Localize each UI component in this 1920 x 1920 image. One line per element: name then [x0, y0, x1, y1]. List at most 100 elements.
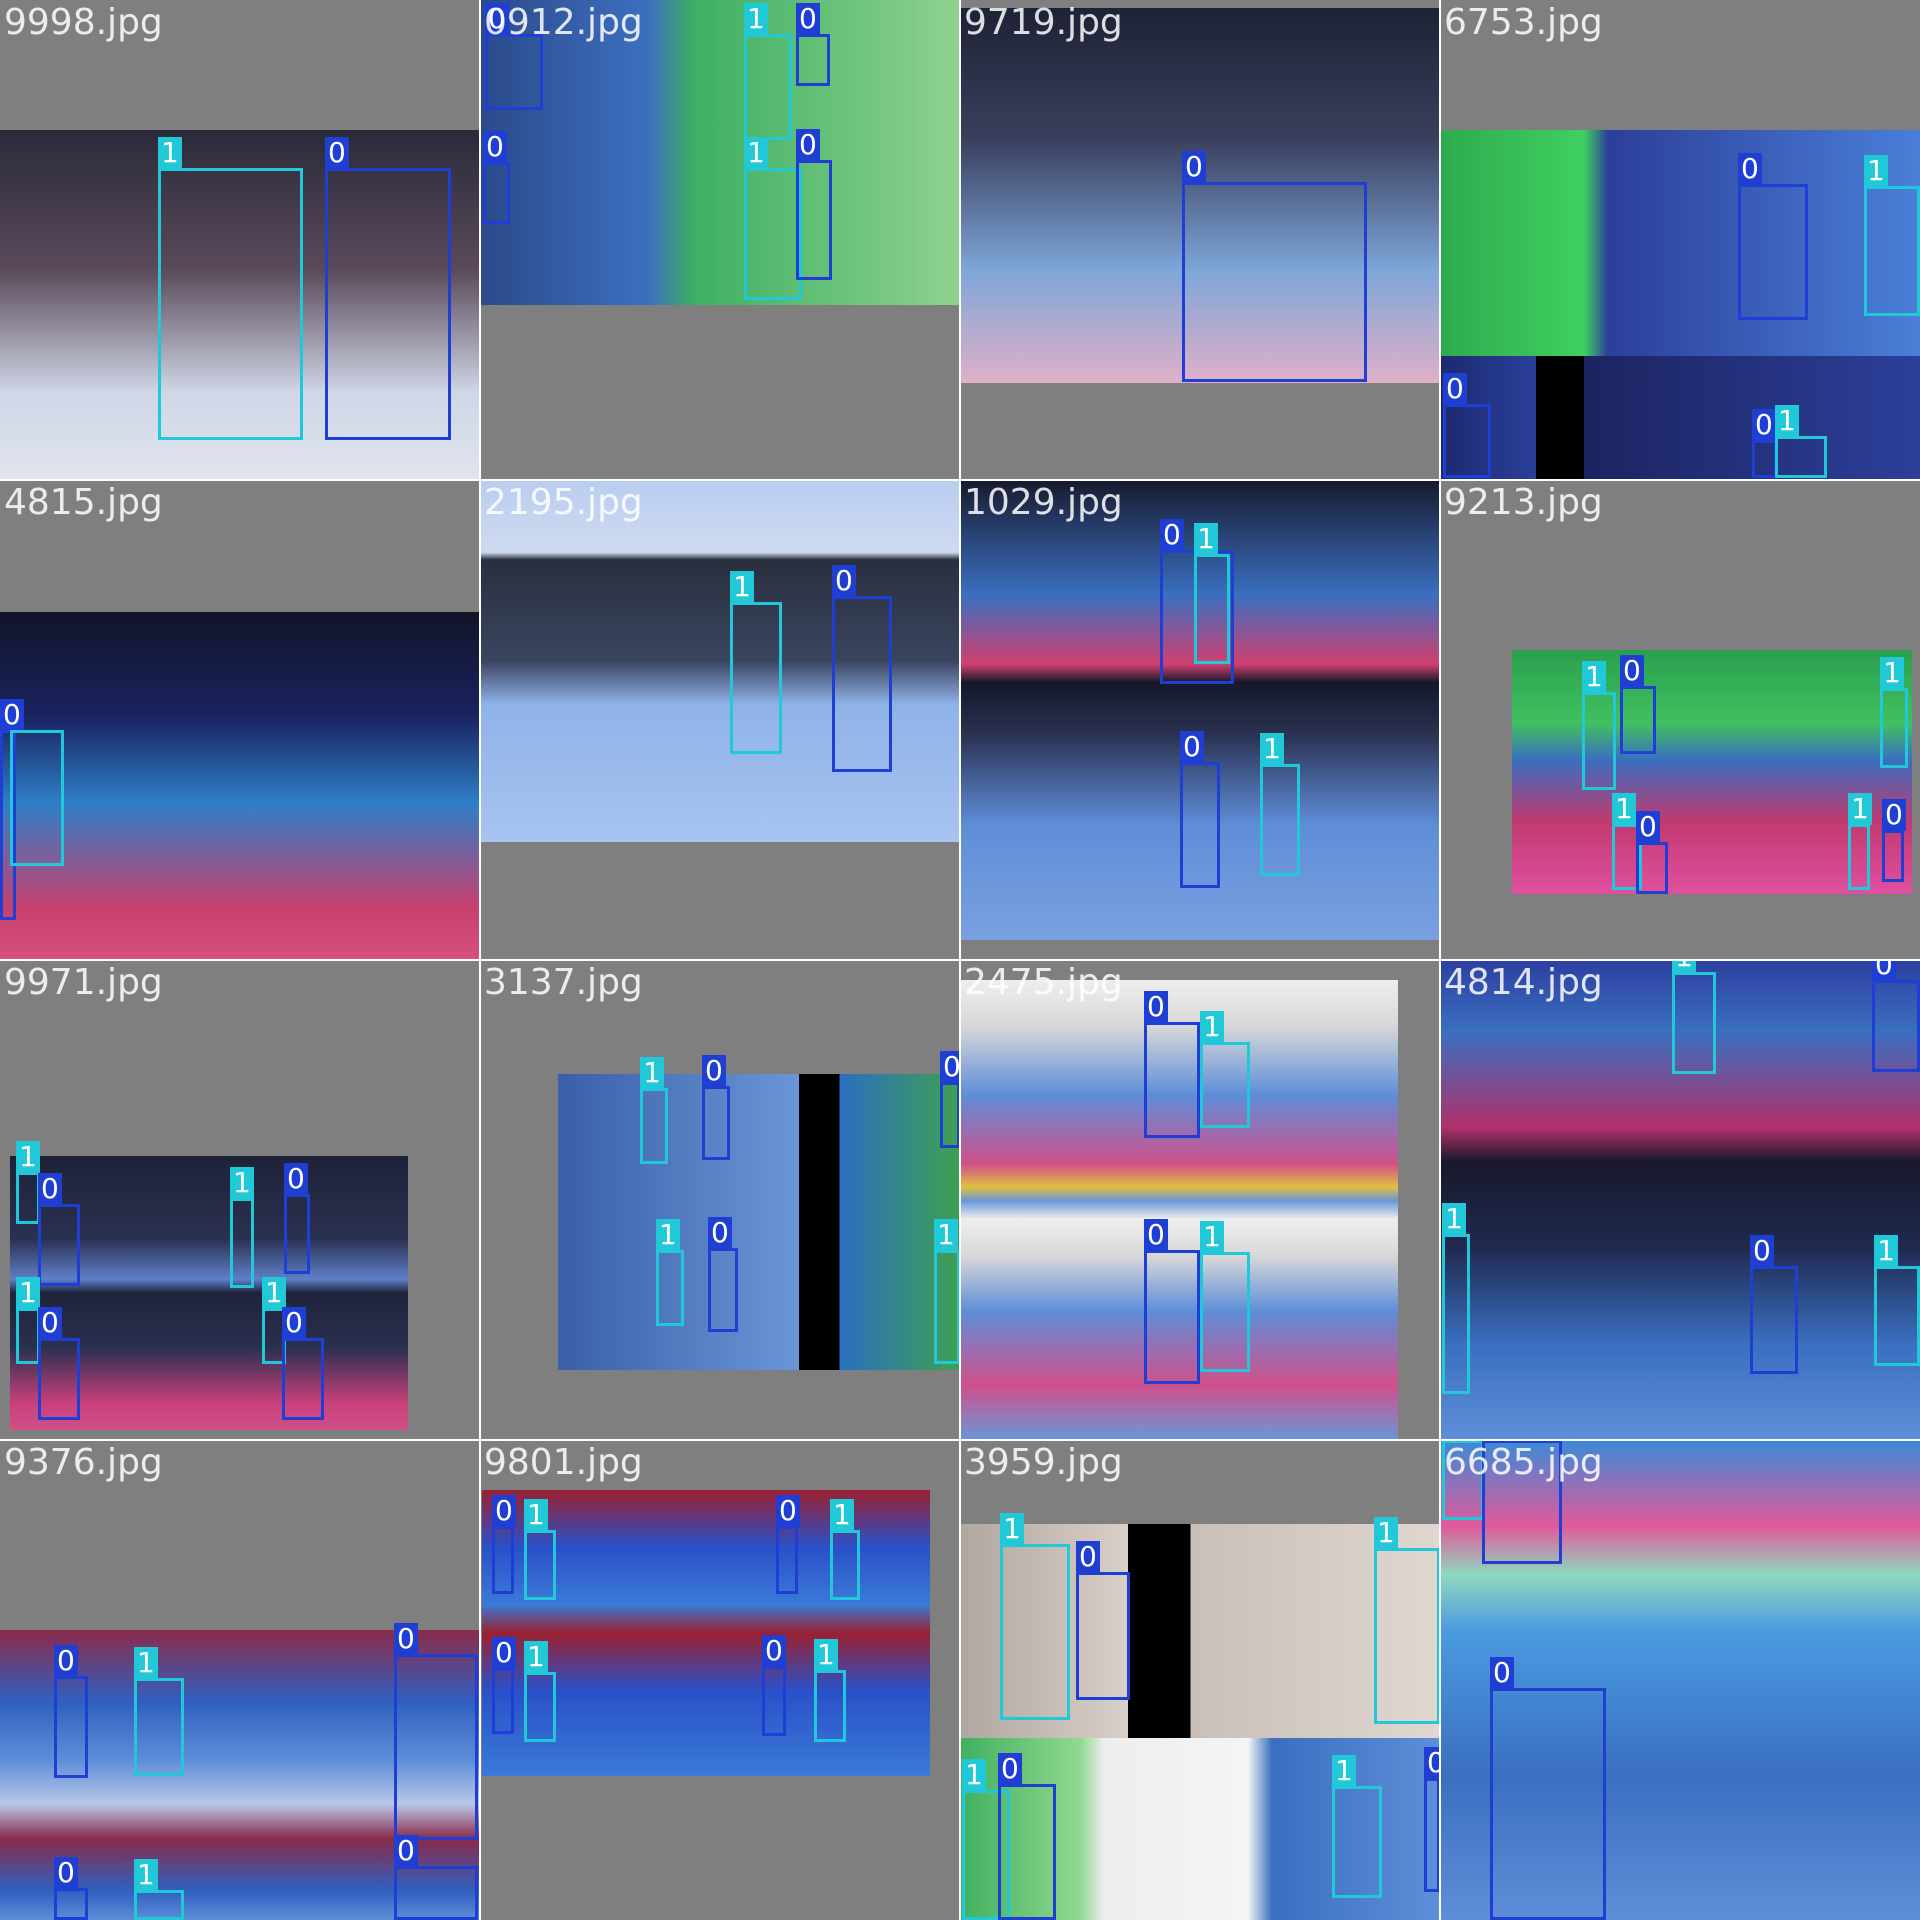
tile-6685: 1 0 0 6685.jpg [1440, 1440, 1920, 1920]
box-class-1: 1 [524, 1641, 556, 1742]
box-class-0: 0 [708, 1217, 738, 1332]
box-class-1: 1 [1880, 657, 1908, 768]
box-label: 0 [1443, 373, 1467, 405]
box-label: 0 [284, 1163, 308, 1195]
tile-3959: 1 0 1 1 0 1 0 3959.jpg [960, 1440, 1440, 1920]
tile-2195: 1 0 2195.jpg [480, 480, 960, 960]
tile-filename: 9971.jpg [4, 962, 163, 1003]
tile-filename: 3959.jpg [964, 1442, 1123, 1483]
box-class-0: 0 [796, 129, 832, 280]
box-class-0: 0 [1424, 1747, 1440, 1892]
box-label: 1 [524, 1499, 548, 1531]
box-label: 1 [1200, 1221, 1224, 1253]
box-label: 0 [54, 1645, 78, 1677]
box-label: 1 [1880, 657, 1904, 689]
tile-filename: 4814.jpg [1444, 962, 1603, 1003]
box-class-0: 0 [394, 1623, 478, 1840]
box-label: 1 [1582, 661, 1606, 693]
tile-2475: 0 1 0 1 2475.jpg [960, 960, 1440, 1440]
box-label: 1 [656, 1219, 680, 1251]
box-class-1: 1 [1194, 523, 1230, 664]
box-label: 0 [776, 1495, 800, 1527]
tile-9971: 1 0 1 0 1 0 1 0 9971.jpg [0, 960, 480, 1440]
box-label: 1 [934, 1219, 958, 1251]
box-class-1: 1 [830, 1499, 860, 1600]
box-label: 0 [832, 565, 856, 597]
box-label: 0 [282, 1307, 306, 1339]
box-class-0: 0 [38, 1173, 80, 1286]
box-class-0: 0 [394, 1835, 478, 1920]
box-class-0: 0 [1182, 151, 1367, 382]
tile-9998: 1 0 9998.jpg [0, 0, 480, 480]
tile-filename: 9998.jpg [4, 2, 163, 43]
box-label: 1 [962, 1759, 986, 1791]
box-class-0: 0 [483, 131, 510, 224]
box-label: 1 [744, 3, 768, 35]
box-label: 0 [38, 1307, 62, 1339]
box-class-1: 1 [1672, 960, 1716, 1074]
tile-filename: 1029.jpg [964, 482, 1123, 523]
box-class-0: 0 [762, 1635, 786, 1736]
tile-3137: 1 0 0 1 0 1 3137.jpg [480, 960, 960, 1440]
box-class-1: 1 [1442, 1203, 1470, 1394]
box-class-0: 0 [796, 3, 830, 86]
tile-filename: 9719.jpg [964, 2, 1123, 43]
tile-9213: 1 0 1 1 0 1 0 9213.jpg [1440, 480, 1920, 960]
box-label: 0 [492, 1637, 516, 1669]
box-class-0: 0 [1636, 811, 1668, 894]
box-class-1: 1 [1332, 1755, 1382, 1898]
box-label: 0 [796, 3, 820, 35]
box-label: 0 [1424, 1747, 1440, 1779]
tile-4815: 0 4815.jpg [0, 480, 480, 960]
grid-line [0, 959, 1920, 961]
box-label: 0 [1738, 153, 1762, 185]
box-label: 0 [708, 1217, 732, 1249]
tile-filename: 9213.jpg [1444, 482, 1603, 523]
box-class-0: 0 [284, 1163, 310, 1274]
tile-filename: 2195.jpg [484, 482, 643, 523]
box-class-0: 0 [1180, 731, 1220, 888]
box-label: 0 [998, 1753, 1022, 1785]
box-class-0: 0 [832, 565, 892, 772]
box-class-0: 0 [38, 1307, 80, 1420]
tile-1029: 0 1 0 1 1029.jpg [960, 480, 1440, 960]
tile-0912: 0 1 0 0 1 0 0912.jpg [480, 0, 960, 480]
box-class-1: 1 [1200, 1011, 1250, 1128]
photo [1440, 130, 1920, 356]
box-label: 1 [640, 1057, 664, 1089]
box-label: 1 [1200, 1011, 1224, 1043]
box-label: 0 [940, 1051, 960, 1083]
box-label: 1 [1864, 155, 1888, 187]
tile-filename: 6685.jpg [1444, 1442, 1603, 1483]
box-class-1: 1 [744, 3, 792, 140]
box-class-0: 0 [1752, 409, 1777, 478]
box-label: 1 [830, 1499, 854, 1531]
box-label: 0 [394, 1623, 418, 1655]
box-label: 0 [54, 1857, 78, 1889]
box-class-1 [10, 730, 64, 866]
box-class-1: 1 [814, 1639, 846, 1742]
box-class-0: 0 [1882, 799, 1906, 882]
box-label: 0 [1180, 731, 1204, 763]
box-class-0: 0 [1443, 373, 1491, 478]
box-class-0: 0 [325, 137, 451, 440]
box-label: 1 [730, 571, 754, 603]
tile-filename: 4815.jpg [4, 482, 163, 523]
box-class-1: 1 [1775, 405, 1827, 478]
photo [0, 612, 480, 960]
box-label: 0 [1144, 1219, 1168, 1251]
box-label: 0 [1636, 811, 1660, 843]
tile-9801: 0 1 0 1 0 1 0 1 9801.jpg [480, 1440, 960, 1920]
box-label: 1 [1332, 1755, 1356, 1787]
box-class-1: 1 [16, 1277, 40, 1364]
box-label: 1 [814, 1639, 838, 1671]
box-class-0: 0 [940, 1051, 960, 1148]
tile-9376: 0 1 0 0 1 0 9376.jpg [0, 1440, 480, 1920]
box-class-0: 0 [492, 1495, 516, 1594]
box-class-1: 1 [158, 137, 303, 440]
box-label: 0 [1750, 1235, 1774, 1267]
box-label: 0 [0, 699, 24, 731]
box-class-0: 0 [1750, 1235, 1798, 1374]
box-class-1: 1 [524, 1499, 556, 1600]
box-label: 1 [1374, 1517, 1398, 1549]
